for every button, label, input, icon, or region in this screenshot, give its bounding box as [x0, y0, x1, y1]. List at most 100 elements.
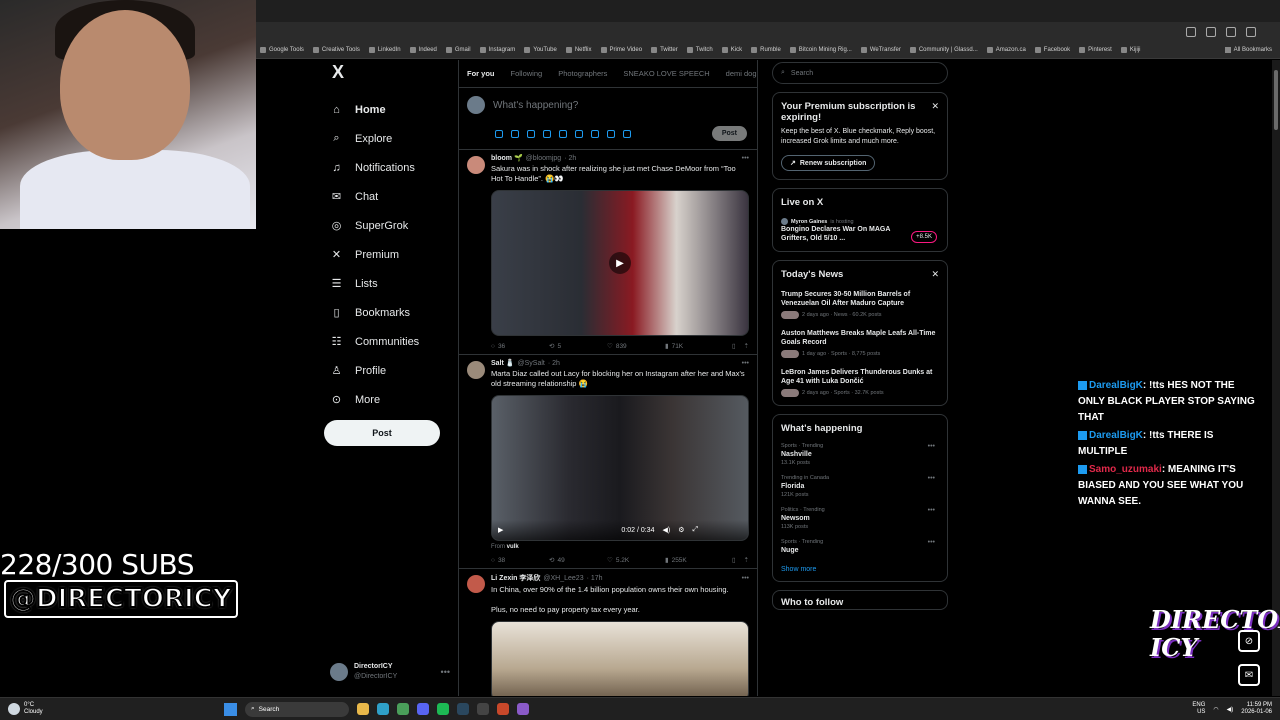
- play-icon[interactable]: ▶: [498, 526, 503, 534]
- search-input[interactable]: Search: [791, 70, 813, 77]
- cast-icon[interactable]: [1186, 26, 1196, 37]
- clock[interactable]: 11:59 PM 2026-01-06: [1241, 702, 1272, 716]
- bookmark-item[interactable]: WeTransfer: [860, 46, 901, 53]
- tab-for-you[interactable]: For you: [467, 69, 495, 78]
- tweet-menu-icon[interactable]: •••: [742, 575, 749, 582]
- like-button[interactable]: ♡ 839: [607, 342, 665, 351]
- share-icon[interactable]: ⇡: [744, 556, 749, 564]
- news-item[interactable]: Auston Matthews Breaks Maple Leafs All-T…: [781, 329, 939, 358]
- sidebar-item-profile[interactable]: ♙ Profile: [320, 356, 450, 385]
- tab-sneako-love-speech[interactable]: SNEAKO LOVE SPEECH: [623, 69, 709, 78]
- tweet-video[interactable]: ▶ 0:02 / 0:34 ◀) ⚙ ⤢: [491, 395, 749, 541]
- search-bar[interactable]: ⌕ Search: [772, 62, 948, 84]
- emoji-icon[interactable]: [559, 130, 567, 138]
- more-icon[interactable]: •••: [928, 507, 935, 514]
- italic-icon[interactable]: [623, 130, 631, 138]
- renew-subscription-button[interactable]: ↗ Renew subscription: [781, 155, 876, 171]
- bookmark-item[interactable]: Indeed: [409, 46, 437, 53]
- tab-photographers[interactable]: Photographers: [558, 69, 607, 78]
- avatar[interactable]: [467, 361, 485, 379]
- sidebar-item-more[interactable]: ⊙ More: [320, 385, 450, 414]
- tweet-author-handle[interactable]: @bloomjpg: [526, 155, 562, 162]
- tweet-image[interactable]: [491, 621, 749, 696]
- share-icon[interactable]: ⇡: [744, 342, 749, 350]
- tweet-author-handle[interactable]: @SySalt: [518, 360, 545, 367]
- bookmark-item[interactable]: Kijiji: [1120, 46, 1141, 53]
- star-icon[interactable]: [1206, 26, 1216, 37]
- trend-item[interactable]: Sports · Trending Nashville 13.1K posts •••: [781, 443, 939, 466]
- sidebar-item-communities[interactable]: ☷ Communities: [320, 327, 450, 356]
- file-explorer-icon[interactable]: [357, 703, 369, 715]
- tweet-menu-icon[interactable]: •••: [742, 155, 749, 162]
- bookmark-item[interactable]: Prime Video: [600, 46, 642, 53]
- show-more-link[interactable]: Show more: [781, 566, 939, 573]
- more-icon[interactable]: •••: [928, 475, 935, 482]
- wifi-icon[interactable]: ◠: [1213, 706, 1218, 713]
- composer-post-button[interactable]: Post: [711, 126, 747, 141]
- composer-input[interactable]: What's happening?: [493, 100, 578, 111]
- live-card[interactable]: Live on X Myron Gaines is hosting Bongin…: [772, 188, 948, 252]
- bold-icon[interactable]: [607, 130, 615, 138]
- gif-icon[interactable]: [511, 130, 519, 138]
- schedule-icon[interactable]: [575, 130, 583, 138]
- edge-icon[interactable]: [377, 703, 389, 715]
- sidebar-item-home[interactable]: ⌂ Home: [320, 95, 450, 124]
- sidebar-item-lists[interactable]: ☰ Lists: [320, 269, 450, 298]
- close-icon[interactable]: ✕: [931, 269, 939, 280]
- taskbar-search[interactable]: ⌕ Search: [245, 701, 349, 717]
- discord-icon[interactable]: [417, 703, 429, 715]
- bookmark-item[interactable]: Community | Glassd...: [909, 46, 978, 53]
- tweet-video[interactable]: ▶: [491, 190, 749, 336]
- tweet[interactable]: bloom 🌱 @bloomjpg · 2h ••• Sakura was in…: [459, 150, 757, 355]
- bookmark-item[interactable]: LinkedIn: [368, 46, 401, 53]
- tab-following[interactable]: Following: [511, 69, 543, 78]
- tweet-author-name[interactable]: Li Zexin 李泽欣: [491, 573, 540, 583]
- sidebar-item-chat[interactable]: ✉ Chat: [320, 182, 450, 211]
- repost-button[interactable]: ⟲ 49: [549, 556, 607, 565]
- volume-icon[interactable]: ◀): [662, 526, 670, 534]
- bookmark-item[interactable]: Twitter: [651, 46, 678, 53]
- chrome-icon[interactable]: [397, 703, 409, 715]
- poll-icon[interactable]: [543, 130, 551, 138]
- bookmark-item[interactable]: YouTube: [524, 46, 557, 53]
- avatar[interactable]: [467, 575, 485, 593]
- bookmark-item[interactable]: Amazon.ca: [986, 46, 1026, 53]
- bookmark-icon[interactable]: ▯: [732, 342, 736, 350]
- windows-start-icon[interactable]: [224, 702, 237, 716]
- tweet-author-handle[interactable]: @XH_Lee23: [543, 575, 583, 582]
- menu-icon[interactable]: [1246, 26, 1256, 37]
- steam-icon[interactable]: [457, 703, 469, 715]
- close-icon[interactable]: ✕: [931, 101, 939, 112]
- more-icon[interactable]: •••: [928, 539, 935, 546]
- tweet[interactable]: Li Zexin 李泽欣 @XH_Lee23 · 17h ••• In Chin…: [459, 569, 757, 696]
- page-scrollbar[interactable]: [1272, 60, 1280, 696]
- sidebar-item-supergrok[interactable]: ◎ SuperGrok: [320, 211, 450, 240]
- tab-demi-dog[interactable]: demi dog: [726, 69, 757, 78]
- bookmark-item[interactable]: Facebook: [1034, 46, 1070, 53]
- bookmark-item[interactable]: Bitcoin Mining Rig...: [789, 46, 852, 53]
- views-button[interactable]: ▮ 71K: [665, 342, 723, 351]
- bookmark-item[interactable]: Google Tools: [260, 46, 304, 53]
- sidebar-item-explore[interactable]: ⌕ Explore: [320, 124, 450, 153]
- reply-button[interactable]: ○ 36: [491, 342, 549, 350]
- post-button[interactable]: Post: [324, 420, 440, 446]
- tweet[interactable]: Salt 🧂 @SySalt · 2h ••• Marta Diaz calle…: [459, 355, 757, 569]
- bookmark-item[interactable]: Rumble: [751, 46, 781, 53]
- bookmark-item[interactable]: Gmail: [445, 46, 471, 53]
- trend-item[interactable]: Sports · Trending Nuge •••: [781, 539, 939, 554]
- scrollbar-thumb[interactable]: [1274, 70, 1278, 130]
- sidebar-item-premium[interactable]: ✕ Premium: [320, 240, 450, 269]
- like-button[interactable]: ♡ 5.2K: [607, 556, 665, 565]
- obs-icon[interactable]: [477, 703, 489, 715]
- bookmark-item[interactable]: Instagram: [479, 46, 515, 53]
- bookmark-item[interactable]: Twitch: [686, 46, 713, 53]
- weather-widget[interactable]: 0°C Cloudy: [0, 702, 220, 716]
- bookmark-item[interactable]: Netflix: [565, 46, 592, 53]
- tweet-menu-icon[interactable]: •••: [742, 360, 749, 367]
- all-bookmarks-button[interactable]: All Bookmarks: [1224, 46, 1272, 53]
- play-icon[interactable]: ▶: [609, 252, 631, 274]
- bookmark-item[interactable]: Creative Tools: [312, 46, 360, 53]
- extension-icon[interactable]: [1226, 26, 1236, 37]
- sidebar-item-notifications[interactable]: ♫ Notifications: [320, 153, 450, 182]
- repost-button[interactable]: ⟲ 5: [549, 342, 607, 351]
